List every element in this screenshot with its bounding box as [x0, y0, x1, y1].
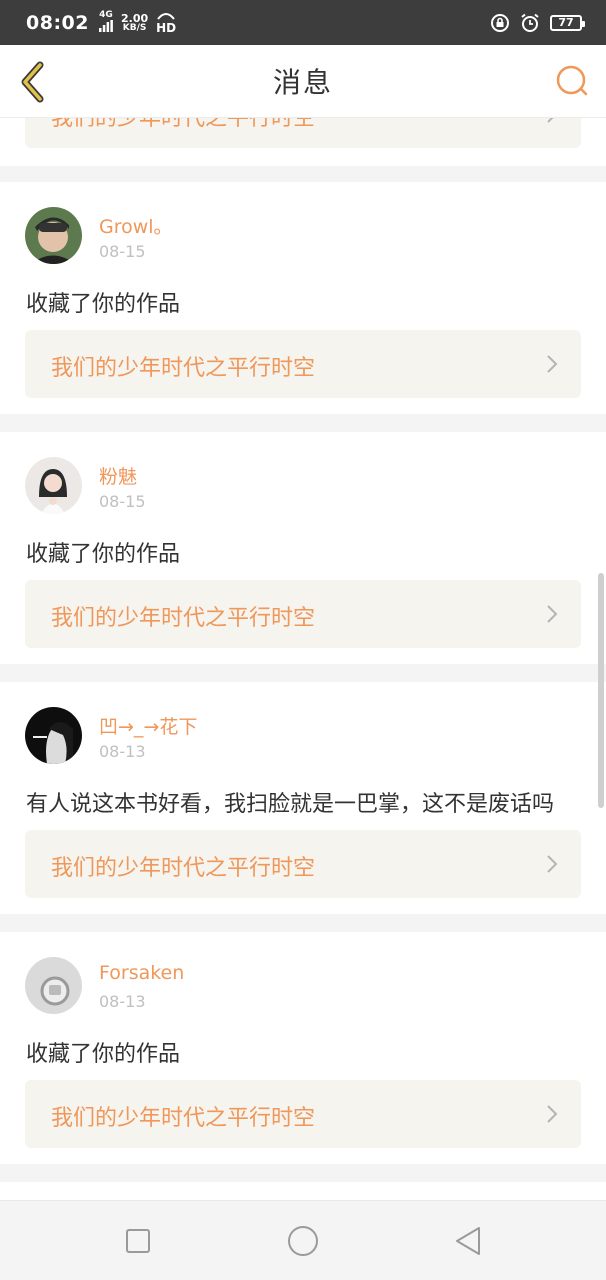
username[interactable]: 凹→_→花下	[99, 712, 197, 739]
chevron-right-icon	[547, 118, 554, 123]
clock: 08:02	[26, 11, 89, 34]
top-app-bar: 消息	[0, 45, 606, 118]
network-type: 4G	[99, 9, 113, 20]
message-date: 08-15	[99, 242, 146, 261]
book-link[interactable]: 我们的少年时代之平行时空	[25, 830, 581, 898]
battery-icon: 77	[550, 14, 585, 31]
username[interactable]: Forsaken	[99, 962, 184, 984]
username[interactable]: 粉魅	[99, 462, 137, 489]
book-title: 我们的少年时代之平行时空	[51, 1106, 316, 1131]
chevron-right-icon	[547, 1105, 558, 1123]
battery-level: 77	[558, 16, 574, 29]
hd-indicator: HD	[156, 12, 176, 34]
message-date: 08-13	[99, 992, 146, 1011]
message-date: 08-15	[99, 492, 146, 511]
book-title: 我们的少年时代之平行时空	[51, 118, 316, 131]
message-text: 收藏了你的作品	[26, 1042, 181, 1067]
rotation-lock-icon	[491, 13, 509, 32]
message-text: 收藏了你的作品	[26, 542, 181, 567]
chevron-right-icon	[547, 605, 558, 623]
signal-icon	[98, 19, 113, 32]
book-title: 我们的少年时代之平行时空	[51, 856, 316, 881]
alarm-icon	[521, 13, 539, 32]
data-speed: 2.00 KB/S	[121, 13, 148, 33]
recent-apps-icon[interactable]	[120, 1223, 156, 1259]
user-avatar-image	[25, 957, 82, 1014]
message-text: 有人说这本书好看，我扫脸就是一巴掌，这不是废话吗	[26, 792, 555, 817]
message-date: 08-13	[99, 742, 146, 761]
list-item: Growl。 08-15 收藏了你的作品 我们的少年时代之平行时空	[0, 182, 606, 414]
list-item: Forsaken 08-13 收藏了你的作品 我们的少年时代之平行时空	[0, 932, 606, 1164]
scrollbar[interactable]	[598, 573, 604, 808]
book-link[interactable]: 我们的少年时代之平行时空	[25, 330, 581, 398]
book-link[interactable]: 我们的少年时代之平行时空	[25, 118, 581, 148]
book-link[interactable]: 我们的少年时代之平行时空	[25, 1080, 581, 1148]
page-title: 消息	[272, 66, 333, 99]
list-item	[0, 1182, 606, 1200]
chevron-right-icon	[547, 855, 558, 873]
avatar[interactable]	[25, 207, 82, 264]
book-link[interactable]: 我们的少年时代之平行时空	[25, 580, 581, 648]
status-bar: 08:02 4G 2.00 KB/S HD 77	[0, 0, 606, 45]
username[interactable]: Growl。	[99, 212, 173, 239]
user-avatar-image	[25, 707, 82, 764]
user-avatar-image	[25, 207, 82, 264]
book-title: 我们的少年时代之平行时空	[51, 356, 316, 381]
avatar[interactable]	[25, 957, 82, 1014]
back-triangle-icon[interactable]	[450, 1223, 486, 1259]
network-indicator: 4G	[98, 9, 113, 35]
avatar[interactable]	[25, 457, 82, 514]
phone-icon	[157, 12, 175, 20]
speed-unit: KB/S	[122, 22, 147, 33]
system-navigation-bar	[0, 1200, 606, 1280]
chevron-right-icon	[547, 355, 558, 373]
hd-label: HD	[156, 20, 177, 35]
speed-value: 2.00	[120, 11, 149, 25]
search-icon[interactable]	[554, 63, 590, 99]
book-title: 我们的少年时代之平行时空	[51, 606, 316, 631]
message-text: 收藏了你的作品	[26, 292, 181, 317]
avatar[interactable]	[25, 707, 82, 764]
message-list[interactable]: 我们的少年时代之平行时空 Growl。 08-15 收藏了你的作品 我们的少年时…	[0, 118, 606, 1200]
back-arrow-icon[interactable]	[16, 59, 50, 105]
list-item: 我们的少年时代之平行时空	[0, 118, 606, 166]
list-item: 凹→_→花下 08-13 有人说这本书好看，我扫脸就是一巴掌，这不是废话吗 我们…	[0, 682, 606, 914]
list-item: 粉魅 08-15 收藏了你的作品 我们的少年时代之平行时空	[0, 432, 606, 664]
user-avatar-image	[25, 457, 82, 514]
home-icon[interactable]	[285, 1223, 321, 1259]
